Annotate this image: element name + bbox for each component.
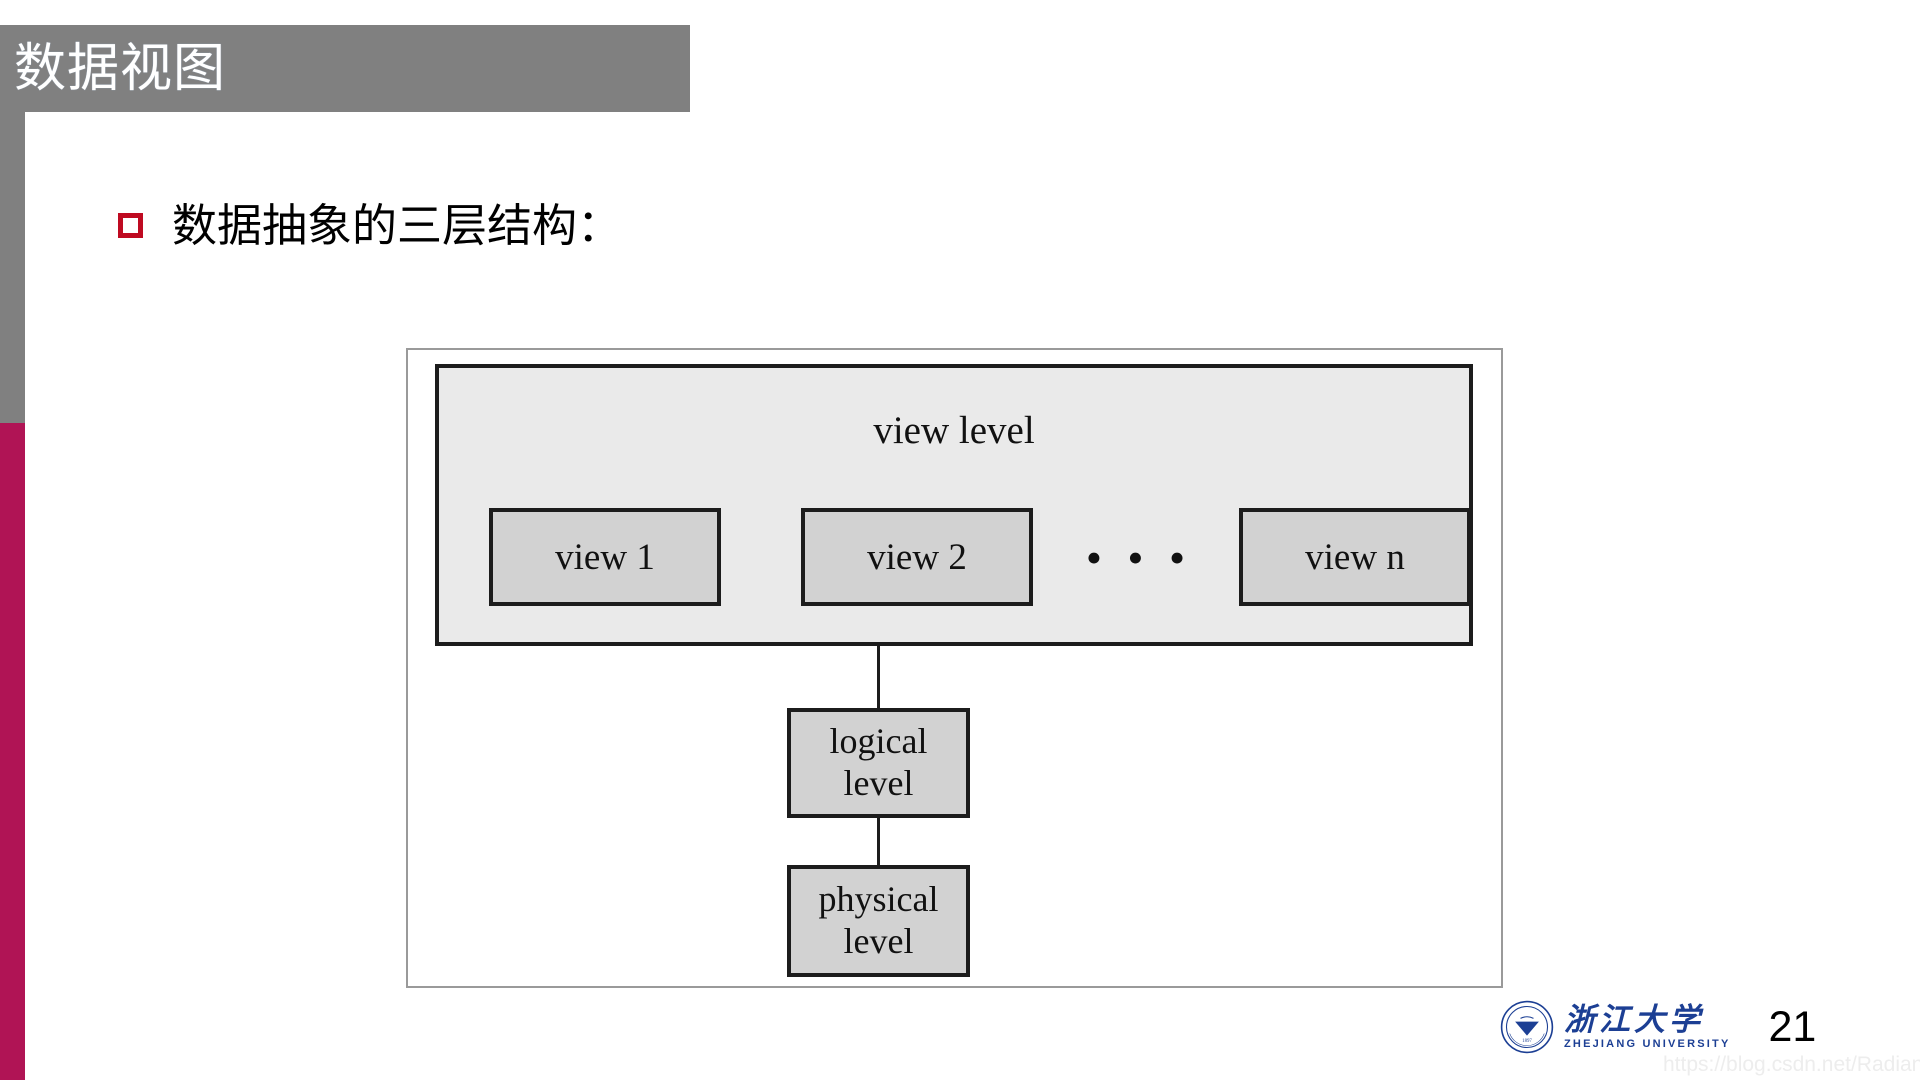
diagram-frame: view level view 1 view 2 • • • view n lo… [406, 348, 1503, 988]
connector-view-to-logical [877, 644, 880, 709]
view-box-1-label: view 1 [555, 536, 655, 578]
view-box-2-label: view 2 [867, 536, 967, 578]
view-box-1: view 1 [489, 508, 721, 606]
bullet-text: 数据抽象的三层结构： [172, 200, 623, 251]
logical-level-box: logical level [787, 708, 970, 818]
page-title: 数据视图 [14, 39, 227, 98]
logical-level-label-line1: logical [829, 721, 928, 762]
zhejiang-university-wordmark: 浙江大学 ZHEJIANG UNIVERSITY [1564, 1004, 1731, 1050]
logical-level-label-line2: level [843, 763, 914, 803]
title-band: 数据视图 [0, 25, 690, 112]
footer: 1897 浙江大学 ZHEJIANG UNIVERSITY 21 [1500, 1000, 1816, 1054]
view-box-n: view n [1239, 508, 1471, 606]
university-name-cn: 浙江大学 [1564, 1002, 1704, 1037]
view-level-label: view level [873, 409, 1035, 452]
sidebar-accent-crimson [0, 423, 25, 1080]
physical-level-label-line2: level [843, 921, 914, 961]
view-ellipsis-icon: • • • [1085, 531, 1193, 583]
view-level-panel: view level view 1 view 2 • • • view n [435, 364, 1473, 646]
view-box-n-label: view n [1305, 536, 1405, 578]
university-name-en: ZHEJIANG UNIVERSITY [1564, 1038, 1731, 1050]
zhejiang-university-seal-icon: 1897 [1500, 1000, 1554, 1054]
connector-logical-to-physical [877, 817, 880, 866]
view-box-2: view 2 [801, 508, 1033, 606]
svg-text:1897: 1897 [1522, 1039, 1532, 1044]
physical-level-box: physical level [787, 865, 970, 977]
square-bullet-icon [118, 213, 143, 238]
physical-level-label-line1: physical [818, 879, 939, 920]
page-number: 21 [1768, 1002, 1817, 1051]
bullet-row: 数据抽象的三层结构： [118, 203, 622, 248]
watermark: https://blog.csdn.net/RadiantJeral [1663, 1053, 1920, 1076]
